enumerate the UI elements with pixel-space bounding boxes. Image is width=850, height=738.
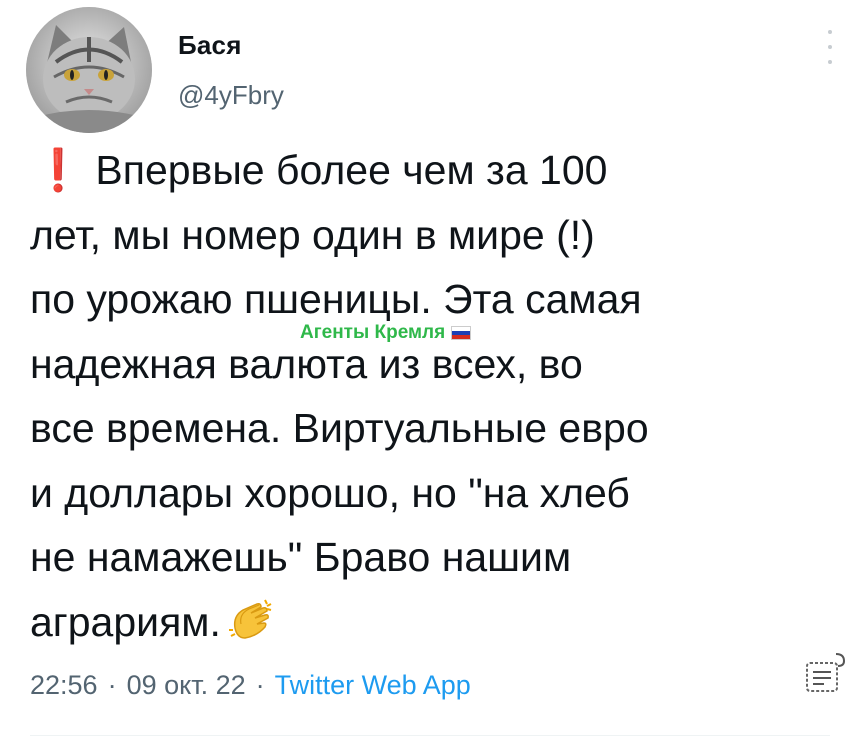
tweet-text: ❗ Впервые более чем за 100 лет, мы номер… (30, 138, 820, 654)
meta-separator: · (255, 670, 265, 700)
tweet-source-link[interactable]: Twitter Web App (275, 670, 471, 700)
tweet-date[interactable]: 09 окт. 22 (127, 670, 246, 700)
watermark-text: Агенты Кремля (300, 322, 446, 343)
tweet-meta: 22:56 · 09 окт. 22 · Twitter Web App (30, 670, 471, 701)
tweet-line: ❗ Впервые более чем за 100 (30, 138, 820, 203)
author-name[interactable]: Бася (178, 30, 242, 61)
tweet-line: и доллары хорошо, но "на хлеб (30, 469, 630, 516)
avatar[interactable] (26, 7, 152, 133)
russian-flag-icon (451, 326, 472, 340)
tweet-line: не намажешь" Браво нашим (30, 534, 572, 580)
author-handle[interactable]: @4yFbry (178, 80, 284, 111)
tweet-line: аграриям. (30, 590, 820, 655)
meta-separator: · (107, 670, 117, 700)
tweet-line: лет, мы номер один в мире (!) (30, 211, 595, 258)
cat-avatar-image (26, 7, 152, 133)
tweet-time[interactable]: 22:56 (30, 670, 98, 700)
more-options-icon[interactable] (826, 30, 834, 64)
note-list-icon[interactable] (802, 650, 846, 694)
tweet-line: все времена. Виртуальные евро (30, 405, 649, 451)
watermark: Агенты Кремля (300, 322, 472, 344)
clapping-hands-icon (227, 596, 275, 661)
divider (30, 735, 830, 736)
red-exclamation-icon: ❗ (32, 147, 84, 193)
